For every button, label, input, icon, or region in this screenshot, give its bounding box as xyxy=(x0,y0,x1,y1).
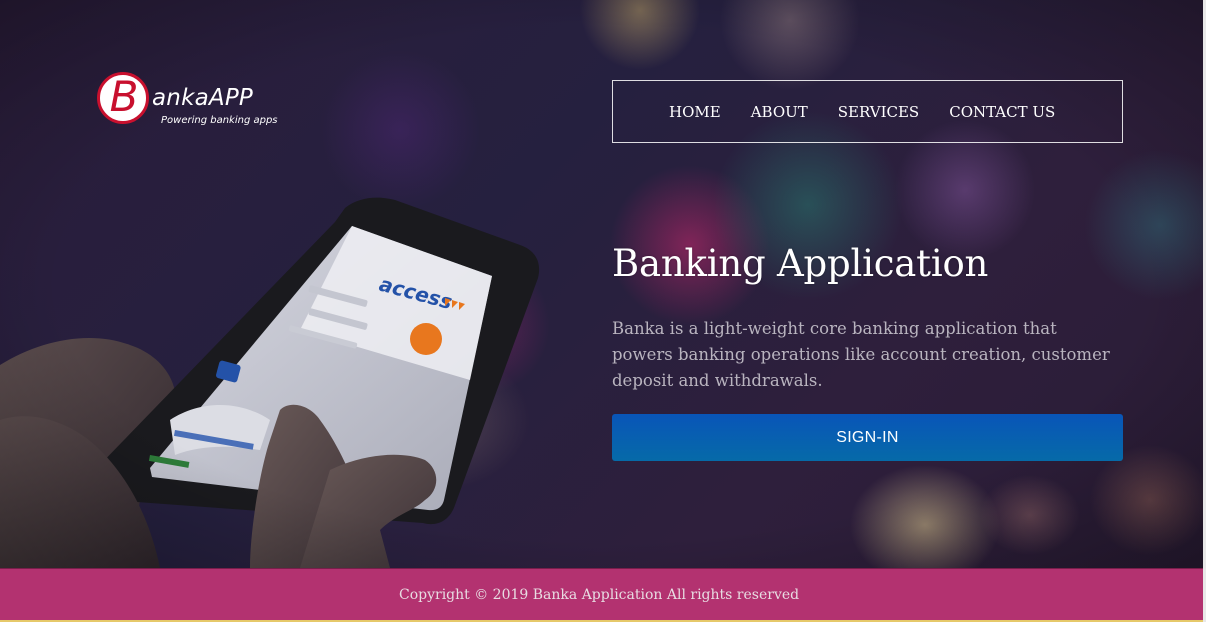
nav-about[interactable]: ABOUT xyxy=(751,103,808,121)
brand-logo[interactable]: B ankaAPP Powering banking apps xyxy=(97,72,297,134)
hero-section: access B ankaAPP Powering banking apps H… xyxy=(0,0,1203,568)
footer: Copyright © 2019 Banka Application All r… xyxy=(0,568,1203,622)
brand-tagline: Powering banking apps xyxy=(161,115,278,126)
logo-letter: B xyxy=(109,72,139,121)
nav-services[interactable]: SERVICES xyxy=(838,103,919,121)
brand-name: ankaAPP xyxy=(152,85,253,111)
footer-copyright: Copyright © 2019 Banka Application All r… xyxy=(399,587,800,603)
main-nav: HOME ABOUT SERVICES CONTACT US xyxy=(612,80,1123,143)
hero-title: Banking Application xyxy=(612,242,989,285)
hero-description: Banka is a light-weight core banking app… xyxy=(612,319,1110,390)
sign-in-button[interactable]: SIGN-IN xyxy=(612,414,1123,461)
nav-contact-us[interactable]: CONTACT US xyxy=(949,103,1055,121)
logo-mark-icon: B xyxy=(97,72,149,124)
nav-home[interactable]: HOME xyxy=(669,103,721,121)
